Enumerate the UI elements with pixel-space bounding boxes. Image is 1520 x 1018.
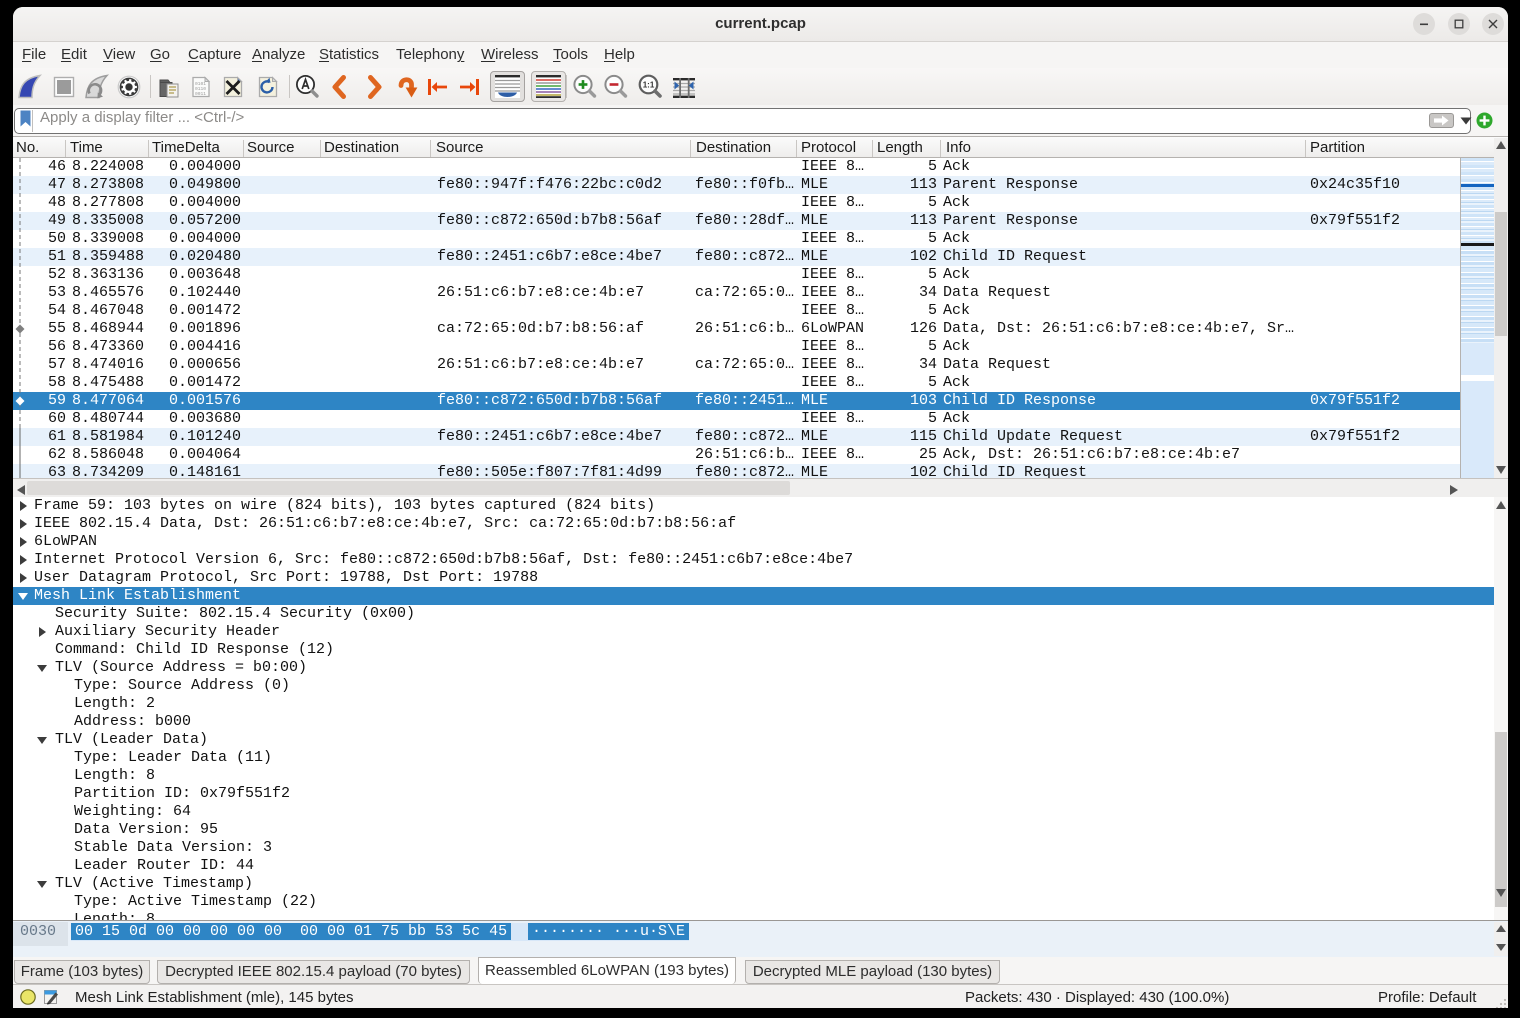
svg-text:1:1: 1:1 xyxy=(643,80,655,89)
svg-text:0011: 0011 xyxy=(195,91,206,97)
